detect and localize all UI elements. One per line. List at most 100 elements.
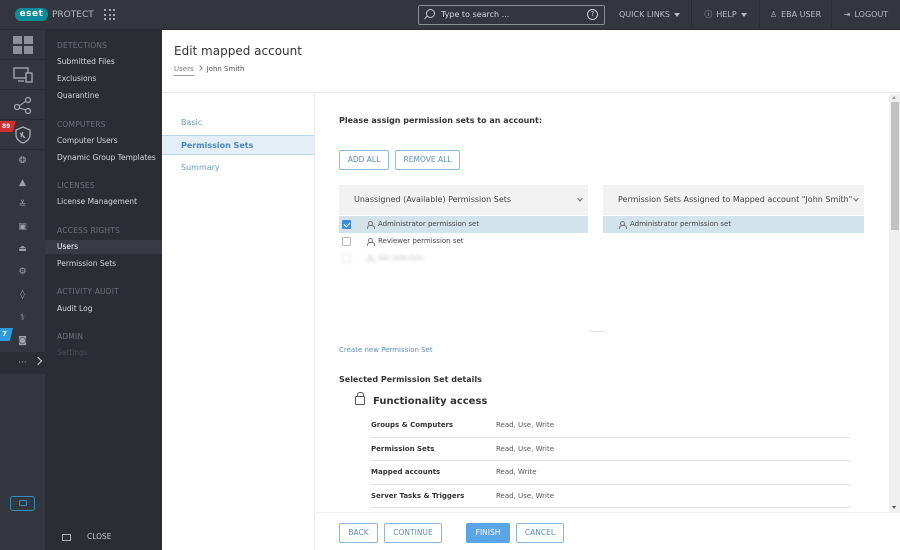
more-icon: ··· [18,358,27,368]
rail-status[interactable]: ⚕ [0,307,45,329]
scroll-down-icon[interactable] [892,506,896,509]
nav-computer-users[interactable]: Computer Users [45,134,162,147]
wizard-steps: Basic Permission Sets Summary [162,94,315,550]
close-menu-button[interactable]: CLOSE [62,532,112,542]
nav-users[interactable]: Users [45,240,162,254]
rail-dashboard[interactable] [0,30,45,60]
assigned-row[interactable]: Administrator permission set [603,216,864,233]
rail-alerts[interactable]: ▲ [0,172,45,194]
computers-icon [12,66,33,83]
row-label: Administrator permission set [378,220,480,228]
rail-computers[interactable] [0,60,45,90]
nav-license-management[interactable]: License Management [45,195,162,208]
user-icon [366,220,375,229]
filter-icon[interactable] [853,198,859,202]
row-checkbox[interactable] [342,220,351,229]
rail-tasks[interactable] [0,90,45,120]
rail-installers[interactable]: ▣ [0,216,45,238]
chevron-down-icon [674,12,680,17]
help-icon: ⓘ [704,10,713,19]
back-button[interactable]: BACK [339,523,378,543]
add-all-button[interactable]: ADD ALL [339,150,389,170]
nav-audit-log[interactable]: Audit Log [45,302,162,315]
breadcrumb-users[interactable]: Users [174,65,194,76]
inbox-icon: ⏏ [18,244,27,254]
permission-name: Server Tasks & Triggers [371,491,465,500]
rail-quarantine[interactable]: ⏏ [0,238,45,260]
permission-access: Read, Use, Write [496,444,555,453]
unassigned-row[interactable]: Reviewer permission set [339,233,588,250]
nav-settings[interactable]: Settings [45,346,162,359]
bell-icon: ◊ [20,290,25,300]
permission-row: Server Tasks & Triggers Read, Use, Write [371,485,851,508]
breadcrumb-current: John Smith [206,65,245,73]
section-activity-audit: ACTIVITY AUDIT [57,287,119,296]
help-label: HELP [716,10,737,19]
row-checkbox[interactable] [342,237,351,246]
rail-statistics[interactable]: ≚ [0,194,45,216]
permission-name: Mapped accounts [371,468,441,476]
chart-icon: ≚ [18,200,27,210]
unassigned-list-header[interactable]: Unassigned (Available) Permission Sets [339,185,588,215]
section-licenses: LICENSES [57,181,95,190]
user-menu[interactable]: ♙ EBA USER [759,0,831,30]
logout-label: LOGOUT [854,10,889,19]
nav-quarantine[interactable]: Quarantine [45,89,162,102]
continue-button[interactable]: CONTINUE [384,523,442,543]
user-icon [618,220,627,229]
wizard-footer: BACK CONTINUE FINISH CANCEL [316,512,900,550]
permission-access: Read, Use, Write [496,491,555,500]
permission-name: Groups & Computers [371,421,454,429]
cancel-button[interactable]: CANCEL [516,523,564,543]
assigned-list-header[interactable]: Permission Sets Assigned to Mapped accou… [603,185,864,215]
quick-links-menu[interactable]: QUICK LINKS [612,0,687,30]
eset-logo[interactable]: eset [15,8,48,21]
splitter [589,331,604,332]
logout-button[interactable]: ⇥ LOGOUT [831,0,900,30]
dashboard-icon [12,35,33,54]
section-admin: ADMIN [57,332,84,341]
logout-icon: ⇥ [843,10,851,19]
user-icon [366,237,375,246]
rail-policies[interactable]: ⚙ [0,261,45,283]
help-menu[interactable]: ⓘ HELP [691,0,759,30]
rail-reports[interactable]: ❂ [0,150,45,172]
user-icon: ♙ [769,10,778,19]
scroll-thumb[interactable] [891,102,899,230]
step-basic[interactable]: Basic [162,113,314,133]
close-label: CLOSE [87,532,112,541]
search-icon [426,9,435,18]
permission-row: Groups & Computers Read, Use, Write [371,414,851,438]
top-bar: eset PROTECT Type to search ... ? QUICK … [0,0,900,30]
unassigned-row: Set Selection [339,250,588,267]
remove-all-button[interactable]: REMOVE ALL [395,150,460,170]
search-input[interactable]: Type to search ... ? [418,5,605,25]
scroll-up-icon[interactable] [892,96,896,99]
filter-icon[interactable] [577,198,583,202]
create-permission-set-link[interactable]: Create new Permission Set [339,346,433,354]
content-scrollbar[interactable] [889,94,900,512]
permission-access: Read, Use, Write [496,421,555,429]
unassigned-list: Unassigned (Available) Permission Sets A… [339,185,588,335]
assign-instructions: Please assign permission sets to an acco… [339,116,543,125]
rail-notifications[interactable]: ◊ [0,284,45,306]
folder-play-icon: ▣ [18,222,27,232]
nav-permission-sets[interactable]: Permission Sets [45,257,162,270]
step-summary[interactable]: Summary [162,158,314,178]
finish-button[interactable]: FINISH [466,523,510,543]
nav-submitted-files[interactable]: Submitted Files [45,55,162,68]
breadcrumb: Users John Smith [174,65,245,76]
icon-rail: 89 ❂ ▲ ≚ ▣ ⏏ ⚙ ◊ ⚕ ◙ 7 ··· [0,30,45,550]
functionality-label: Functionality access [373,396,488,407]
nav-exclusions[interactable]: Exclusions [45,72,162,85]
feedback-button[interactable] [10,496,35,511]
search-help-icon[interactable]: ? [587,9,598,20]
collapse-icon [62,533,71,541]
nav-dynamic-group-templates[interactable]: Dynamic Group Templates [45,151,162,164]
row-label: Administrator permission set [630,220,732,228]
rail-expand[interactable]: ··· [0,352,45,374]
step-permission-sets[interactable]: Permission Sets [162,135,314,155]
app-switcher-icon[interactable] [104,9,116,21]
unassigned-row[interactable]: Administrator permission set [339,216,588,233]
lock-icon [355,392,365,405]
